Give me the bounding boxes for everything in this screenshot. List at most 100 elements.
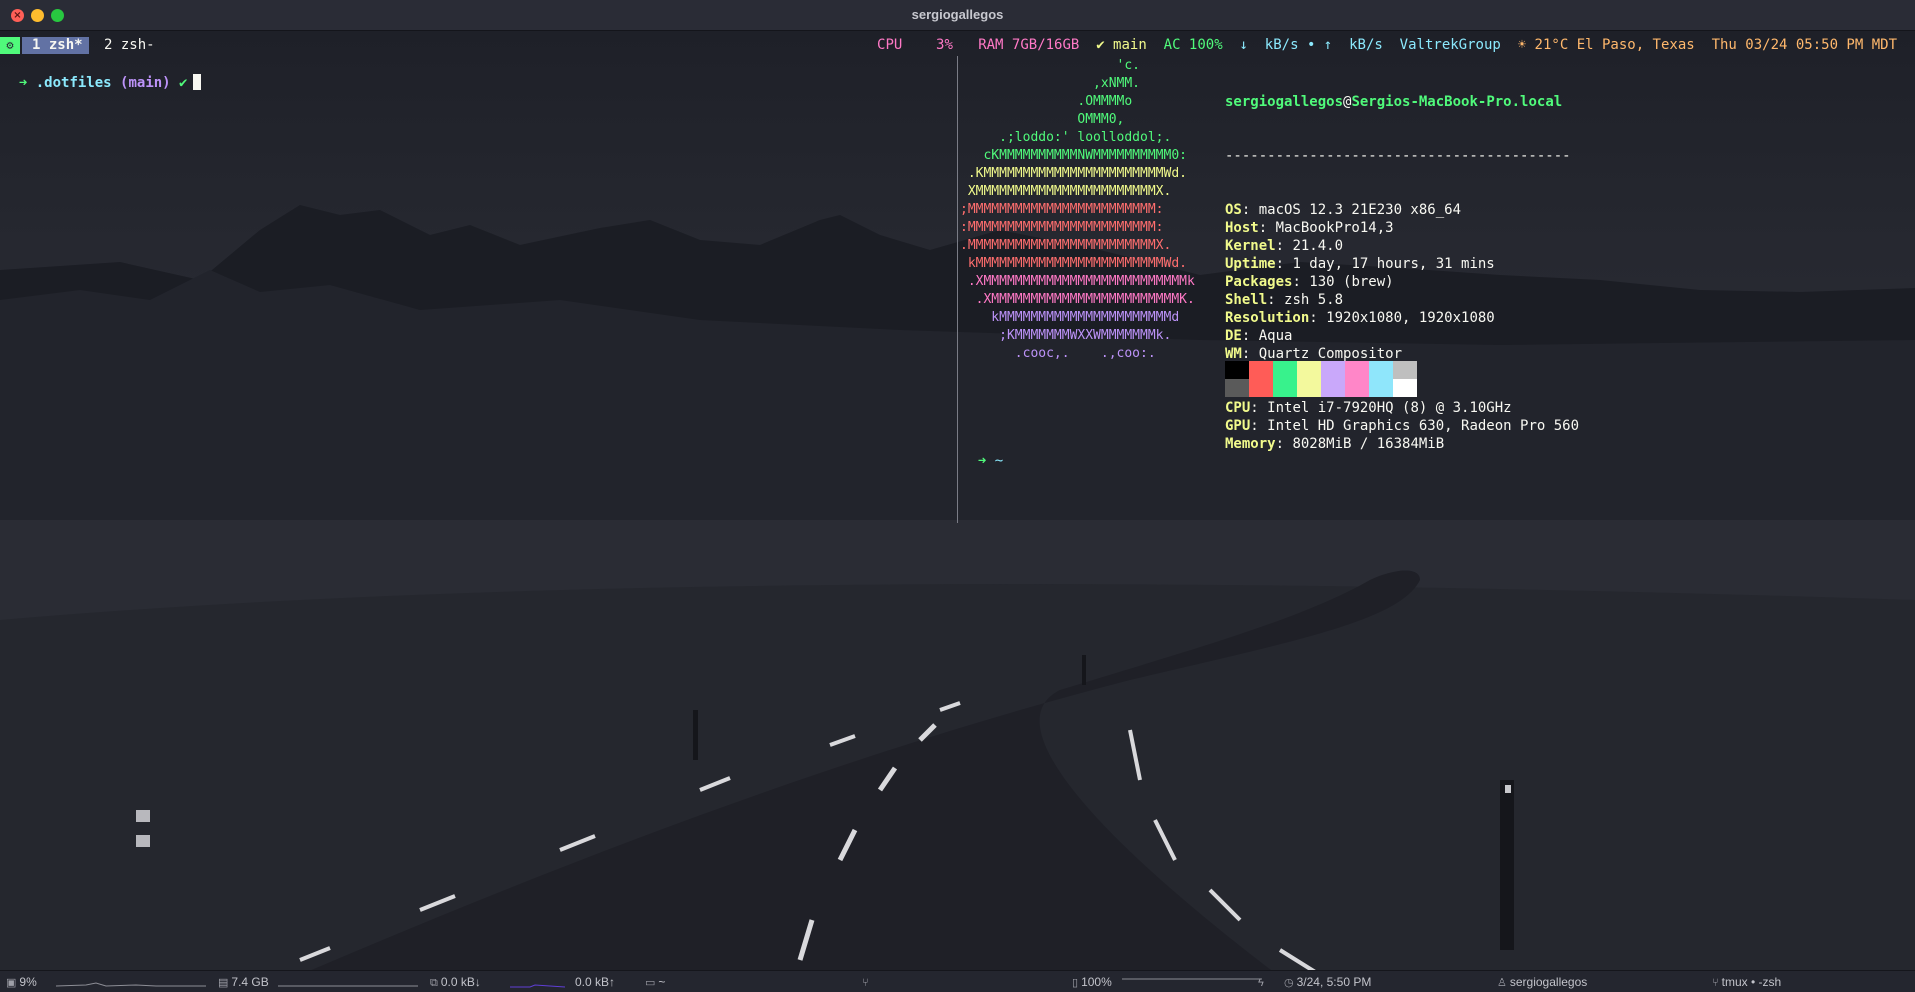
battery-icon: ▯ — [1072, 977, 1079, 989]
neofetch-key: GPU — [1225, 418, 1251, 434]
network-up-stat[interactable]: 0.0 kB↑ — [575, 975, 615, 989]
git-branch-icon: ⑂ — [862, 977, 869, 989]
window-title: sergiogallegos — [911, 7, 1004, 22]
network-down-stat[interactable]: ⧉ 0.0 kB↓ — [430, 975, 481, 990]
clock-value: 3/24, 5:50 PM — [1296, 975, 1372, 989]
neofetch-key: DE — [1225, 328, 1242, 344]
user-stat[interactable]: ♙ sergiogallegos — [1497, 975, 1587, 989]
ascii-logo-line: ;MMMMMMMMMMMMMMMMMMMMMMMM: — [960, 202, 1164, 217]
neofetch-info: sergiogallegos@Sergios-MacBook-Pro.local… — [1225, 57, 1579, 471]
neofetch-key: Uptime — [1225, 256, 1276, 272]
neofetch-value: 8028MiB / 16384MiB — [1292, 436, 1445, 452]
ascii-logo-line: kMMMMMMMMMMMMMMMMMMMMMMd — [960, 310, 1180, 325]
ascii-logo-line: cKMMMMMMMMMMNWMMMMMMMMMM0: — [960, 148, 1187, 163]
tmux-session-icon: ⚙ — [0, 37, 20, 54]
tmux-window-2[interactable]: 2 zsh- — [104, 36, 155, 55]
neofetch-value: Intel i7-7920HQ (8) @ 3.10GHz — [1267, 400, 1512, 416]
neofetch-value: 1920x1080, 1920x1080 — [1326, 310, 1495, 326]
neofetch-key: WM — [1225, 346, 1242, 362]
neofetch-value: Quartz Compositor — [1258, 346, 1403, 362]
neofetch-value: zsh 5.8 — [1284, 292, 1344, 308]
prompt-arrow-icon: ➜ — [977, 453, 987, 469]
color-swatch — [1297, 379, 1321, 397]
process-value: tmux • -zsh — [1721, 975, 1782, 989]
tmux-battery: AC 100% — [1163, 37, 1223, 53]
process-stat[interactable]: ⑂ tmux • -zsh — [1712, 975, 1781, 989]
neofetch-row: Memory: 8028MiB / 16384MiB — [1225, 436, 1445, 452]
memory-stat[interactable]: ▤ 7.4 GB — [218, 975, 269, 989]
clock-stat[interactable]: ◷ 3/24, 5:50 PM — [1284, 975, 1371, 989]
neofetch-value: 21.4.0 — [1292, 238, 1344, 254]
neofetch-key: Host — [1225, 220, 1259, 236]
battery-graph — [1122, 978, 1262, 980]
ascii-logo-line: OMMM0, — [960, 112, 1125, 127]
folder-icon: ▭ — [645, 977, 656, 989]
prompt-directory: ~ — [994, 453, 1004, 469]
neofetch-value: Aqua — [1258, 328, 1293, 344]
color-swatch — [1369, 361, 1393, 379]
prompt-directory: .dotfiles — [35, 75, 112, 91]
network-icon: ⧉ — [430, 977, 438, 989]
tmux-group: ValtrekGroup — [1399, 37, 1501, 53]
terminal-cursor — [193, 74, 202, 90]
neofetch-key: Shell — [1225, 292, 1268, 308]
color-swatch — [1393, 361, 1417, 379]
color-swatch — [1225, 361, 1249, 379]
neofetch-row: Host: MacBookPro14,3 — [1225, 220, 1394, 236]
neofetch-row: OS: macOS 12.3 21E230 x86_64 — [1225, 202, 1462, 218]
ascii-logo-line: .KMMMMMMMMMMMMMMMMMMMMMMMWd. — [960, 166, 1187, 181]
network-graph — [510, 984, 565, 988]
folder-stat[interactable]: ▭ ~ — [645, 975, 665, 989]
neofetch-value: 130 (brew) — [1309, 274, 1394, 290]
net-up-value: 0.0 kB↑ — [575, 975, 616, 989]
memory-value: 7.4 GB — [231, 975, 269, 989]
neofetch-row: Uptime: 1 day, 17 hours, 31 mins — [1225, 256, 1495, 272]
tmux-git-branch: ✔ main — [1096, 37, 1147, 53]
ascii-logo-line: :MMMMMMMMMMMMMMMMMMMMMMMM: — [960, 220, 1164, 235]
tmux-cpu-value: 3% — [936, 37, 953, 53]
window-titlebar: × sergiogallegos — [0, 0, 1915, 31]
neofetch-value: 1 day, 17 hours, 31 mins — [1292, 256, 1495, 272]
neofetch-value: Intel HD Graphics 630, Radeon Pro 560 — [1267, 418, 1580, 434]
neofetch-row: Resolution: 1920x1080, 1920x1080 — [1225, 310, 1495, 326]
left-pane-prompt[interactable]: ➜ .dotfiles (main) ✔ — [2, 56, 202, 92]
memory-icon: ▤ — [218, 977, 229, 989]
ascii-logo-line: 'c. — [960, 58, 1141, 73]
process-icon: ⑂ — [1712, 977, 1719, 989]
tmux-window-1[interactable]: 1 zsh* — [22, 37, 89, 54]
right-pane-prompt[interactable]: ➜ ~ — [961, 434, 1003, 470]
color-swatch — [1249, 361, 1273, 379]
cpu-icon: ▣ — [6, 977, 17, 989]
cpu-stat[interactable]: ▣ 9% — [6, 975, 37, 989]
prompt-git-branch: (main) — [120, 75, 171, 91]
color-swatch — [1369, 379, 1393, 397]
neofetch-host: Sergios-MacBook-Pro.local — [1351, 94, 1563, 110]
color-swatch — [1273, 361, 1297, 379]
neofetch-key: CPU — [1225, 400, 1251, 416]
ascii-logo-line: ;KMMMMMMMWXXWMMMMMMMk. — [960, 328, 1172, 343]
neofetch-title: sergiogallegos@Sergios-MacBook-Pro.local — [1225, 93, 1579, 111]
neofetch-key: Resolution — [1225, 310, 1310, 326]
color-swatch — [1225, 379, 1249, 397]
tmux-status-right: CPU 3% RAM 7GB/16GB ✔ main AC 100% ↓ kB/… — [877, 36, 1897, 55]
user-icon: ♙ — [1497, 977, 1507, 989]
color-swatch — [1273, 379, 1297, 397]
color-swatch — [1345, 361, 1369, 379]
ascii-logo-line: ,xNMM. — [960, 76, 1141, 91]
color-swatch — [1393, 379, 1417, 397]
neofetch-row: Packages: 130 (brew) — [1225, 274, 1394, 290]
battery-stat[interactable]: ▯ 100% — [1072, 975, 1112, 989]
neofetch-row: Kernel: 21.4.0 — [1225, 238, 1344, 254]
ascii-logo-line: .MMMMMMMMMMMMMMMMMMMMMMMMX. — [960, 238, 1172, 253]
ascii-logo-line: .OMMMMo — [960, 94, 1133, 109]
color-swatch — [1321, 379, 1345, 397]
color-swatch — [1345, 379, 1369, 397]
pane-divider[interactable] — [957, 56, 958, 523]
neofetch-row: GPU: Intel HD Graphics 630, Radeon Pro 5… — [1225, 418, 1580, 434]
neofetch-separator: ----------------------------------------… — [1225, 148, 1571, 164]
neofetch-key: Kernel — [1225, 238, 1276, 254]
ascii-logo-line: .XMMMMMMMMMMMMMMMMMMMMMMMMK. — [960, 292, 1195, 307]
neofetch-key: Packages — [1225, 274, 1293, 290]
ascii-logo-line: kMMMMMMMMMMMMMMMMMMMMMMMMWd. — [960, 256, 1187, 271]
neofetch-user: sergiogallegos — [1225, 94, 1344, 110]
